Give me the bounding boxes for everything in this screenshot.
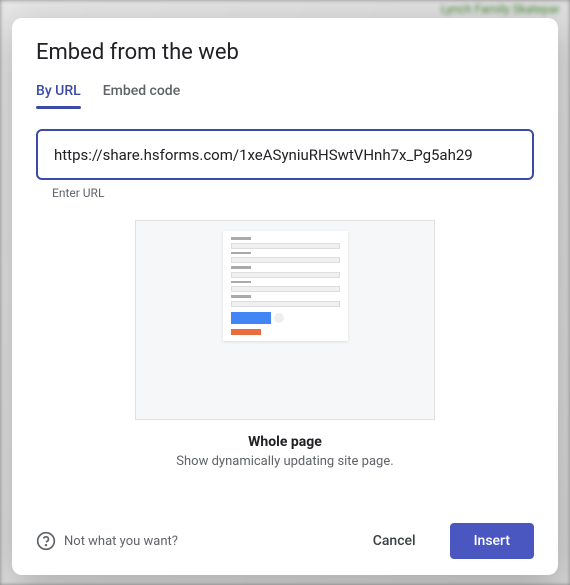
preview-form-mock	[223, 231, 348, 341]
dialog-footer: Not what you want? Cancel Insert	[36, 523, 534, 559]
url-helper-text: Enter URL	[52, 186, 534, 200]
url-input[interactable]	[54, 146, 516, 164]
dialog-title: Embed from the web	[36, 40, 534, 65]
tabs: By URL Embed code	[36, 83, 534, 109]
help-icon	[36, 531, 56, 551]
help-text: Not what you want?	[64, 534, 178, 549]
help-link[interactable]: Not what you want?	[36, 531, 178, 551]
preview-container: Whole page Show dynamically updating sit…	[36, 220, 534, 469]
url-input-container[interactable]	[36, 129, 534, 180]
preview-title: Whole page	[248, 434, 322, 450]
tab-by-url[interactable]: By URL	[36, 83, 81, 109]
map-label: Lynch Family Skatepar	[441, 2, 560, 16]
tab-embed-code[interactable]: Embed code	[103, 83, 180, 109]
cancel-button[interactable]: Cancel	[349, 523, 440, 559]
preview-frame	[135, 220, 435, 420]
insert-button[interactable]: Insert	[450, 523, 534, 559]
embed-dialog: Embed from the web By URL Embed code Ent…	[12, 18, 558, 575]
preview-subtitle: Show dynamically updating site page.	[176, 454, 393, 469]
